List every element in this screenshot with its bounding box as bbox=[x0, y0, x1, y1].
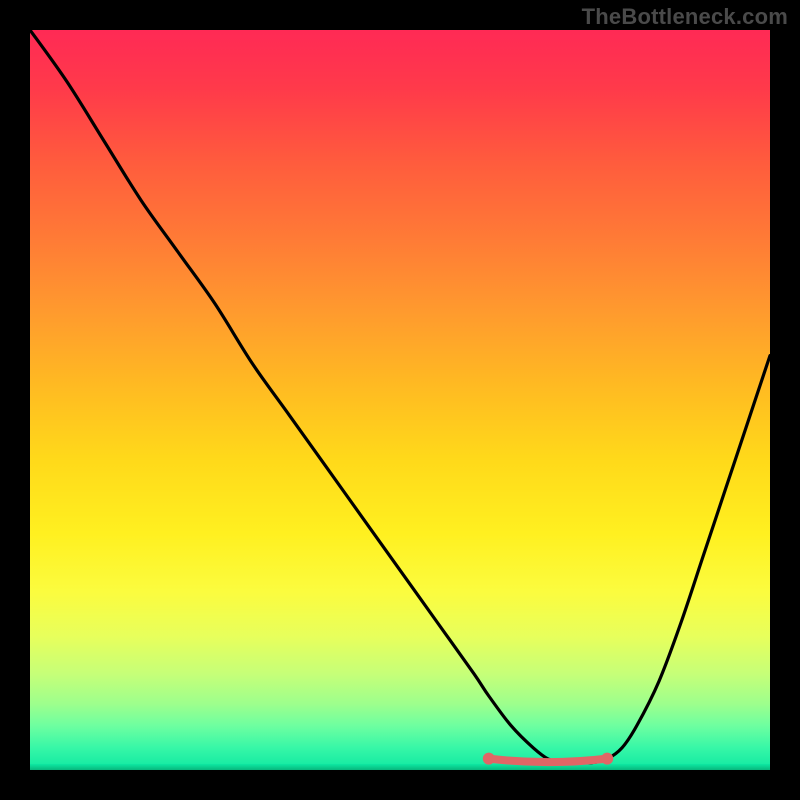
highlight-segment bbox=[489, 759, 607, 763]
chart-frame: TheBottleneck.com bbox=[0, 0, 800, 800]
watermark-text: TheBottleneck.com bbox=[582, 4, 788, 30]
bottleneck-curve-path bbox=[30, 30, 770, 763]
highlight-dot-right bbox=[601, 753, 613, 765]
plot-area bbox=[30, 30, 770, 770]
bottleneck-curve-svg bbox=[30, 30, 770, 770]
highlight-dot-left bbox=[483, 753, 495, 765]
